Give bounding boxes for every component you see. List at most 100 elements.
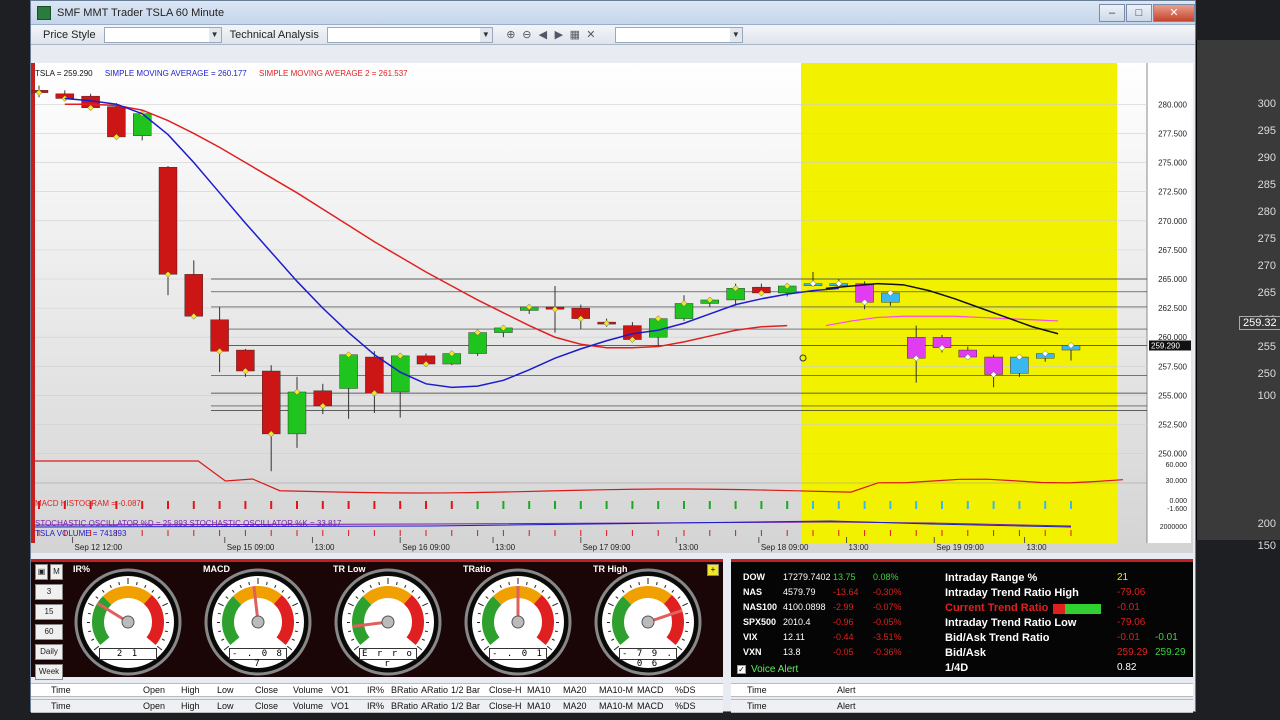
grid-column-header[interactable]: MA10-M: [599, 685, 633, 695]
grid-column-header[interactable]: MA20: [563, 701, 587, 711]
gauge-tick: [348, 630, 352, 633]
price-style-dropdown[interactable]: ▼: [103, 26, 222, 43]
grid-column-header[interactable]: IR%: [367, 701, 384, 711]
chevron-down-icon: ▼: [208, 27, 221, 42]
symbol-dropdown[interactable]: ▼: [614, 26, 743, 43]
grid-column-header[interactable]: MA20: [563, 685, 587, 695]
timeframe-button[interactable]: Daily: [35, 644, 63, 660]
gauge-title: IR%: [73, 564, 91, 574]
grid-column-header[interactable]: 1/2 Bar: [451, 701, 480, 711]
grid-column-header[interactable]: %DS: [675, 701, 696, 711]
cross-icon[interactable]: ✕: [583, 27, 599, 43]
grid-column-header[interactable]: Open: [143, 685, 165, 695]
background-axis-label: 250: [1257, 368, 1276, 380]
gauge-title: TR High: [593, 564, 628, 574]
market-pct: -0.36%: [873, 647, 902, 657]
grid-column-header[interactable]: Close: [255, 701, 278, 711]
grid-column-header[interactable]: Time: [51, 685, 71, 695]
arrow-right-icon[interactable]: ▶: [551, 27, 567, 43]
grid-column-header[interactable]: Open: [143, 701, 165, 711]
timeframe-button[interactable]: 60: [35, 624, 63, 640]
gauge-tick: [424, 630, 428, 633]
market-row: SPX500 2010.4 -0.96 -0.05%: [743, 617, 913, 631]
minimize-button[interactable]: –: [1099, 3, 1125, 22]
grid-column-header[interactable]: Volume: [293, 701, 323, 711]
alert-column-header[interactable]: Alert: [837, 685, 856, 695]
price-chart[interactable]: 280.000 277.500 275.000 272.500 270.000 267.5…: [31, 63, 1193, 553]
close-button[interactable]: ✕: [1153, 3, 1195, 22]
grid-column-header[interactable]: BRatio: [391, 685, 418, 695]
data-grid-header: Time Open High Low Close Volume VO1 IR% BRatio AR…: [31, 683, 723, 697]
fit-icon[interactable]: ▦: [567, 27, 583, 43]
main-window: SMF MMT Trader TSLA 60 Minute – □ ✕ Pric…: [30, 0, 1196, 713]
trend-row: Intraday Range % 21: [945, 572, 1185, 587]
grid-column-header[interactable]: VO1: [331, 685, 349, 695]
grid-column-header[interactable]: ARatio: [421, 701, 448, 711]
grid-column-header[interactable]: %DS: [675, 685, 696, 695]
candle: [132, 113, 152, 136]
lower-axis-label: 60.000: [1166, 462, 1188, 469]
chevron-down-icon: ▼: [729, 27, 742, 42]
market-last: 12.11: [783, 632, 805, 642]
alert-grid-header: Time Alert: [731, 683, 1193, 697]
grid-column-header[interactable]: BRatio: [391, 701, 418, 711]
background-axis-label: 270: [1257, 260, 1276, 272]
market-chg: -0.05: [833, 647, 854, 657]
gauge-3: TRatio - . 0 1: [463, 564, 573, 676]
sma1-label: SIMPLE MOVING AVERAGE = 260.177: [104, 69, 247, 78]
voice-alert-checkbox[interactable]: ✓ Voice Alert: [737, 664, 798, 675]
grid-column-header[interactable]: MACD: [637, 685, 664, 695]
technical-analysis-dropdown[interactable]: ▼: [326, 26, 493, 43]
grid-column-header[interactable]: MA10: [527, 685, 551, 695]
arrow-left-icon[interactable]: ◀: [535, 27, 551, 43]
trend-row: Intraday Trend Ratio Low -79.06: [945, 617, 1185, 632]
x-tick-label: Sep 18 09:00: [761, 543, 809, 552]
grid-column-header[interactable]: VO1: [331, 701, 349, 711]
alert-column-header[interactable]: Time: [747, 685, 767, 695]
alert-column-header[interactable]: Alert: [837, 701, 856, 711]
grid-column-header[interactable]: Close-H: [489, 685, 522, 695]
market-chg: -2.99: [833, 602, 854, 612]
gauge-tick: [295, 612, 299, 615]
x-tick-label: Sep 15 09:00: [227, 543, 275, 552]
gauge-tick: [217, 612, 221, 615]
alert-column-header[interactable]: Time: [747, 701, 767, 711]
zoom-out-icon[interactable]: ⊖: [519, 27, 535, 43]
grid-column-header[interactable]: MA10: [527, 701, 551, 711]
trend-label: Bid/Ask Trend Ratio: [945, 632, 1050, 644]
grid-column-header[interactable]: IR%: [367, 685, 384, 695]
grid-column-header[interactable]: Close-H: [489, 701, 522, 711]
grid-column-header[interactable]: Time: [51, 701, 71, 711]
forecast-band: [801, 63, 1117, 543]
grid-column-header[interactable]: ARatio: [421, 685, 448, 695]
y-tick-label: 277.500: [1158, 129, 1187, 138]
gauge-1: MACD - . 0 8 7: [203, 564, 313, 676]
grid-column-header[interactable]: High: [181, 685, 200, 695]
grid-column-header[interactable]: Volume: [293, 685, 323, 695]
gauge-tick: [88, 630, 92, 633]
grid-column-header[interactable]: Close: [255, 685, 278, 695]
timeframe-button[interactable]: 15: [35, 604, 63, 620]
mode-m-button[interactable]: M: [50, 564, 63, 580]
grid-column-header[interactable]: 1/2 Bar: [451, 685, 480, 695]
grid-column-header[interactable]: High: [181, 701, 200, 711]
grid-column-header[interactable]: MACD: [637, 701, 664, 711]
lower-axis-label: -1.600: [1167, 506, 1187, 513]
zoom-in-icon[interactable]: ⊕: [503, 27, 519, 43]
grid-column-header[interactable]: Low: [217, 701, 234, 711]
chart-svg[interactable]: 280.000 277.500 275.000 272.500 270.000 267.5…: [31, 63, 1193, 553]
trend-label: Bid/Ask: [945, 647, 986, 659]
timeframe-button[interactable]: Week: [35, 664, 63, 680]
grid-column-header[interactable]: Low: [217, 685, 234, 695]
trend-value: -0.01: [1117, 602, 1140, 613]
gauge-0: IR% 2 1: [73, 564, 183, 676]
add-icon[interactable]: +: [707, 564, 719, 576]
gauge-tick: [378, 581, 380, 586]
timeframe-button[interactable]: 3: [35, 584, 63, 600]
panel-toggle-button[interactable]: ▣: [35, 564, 48, 580]
gauge-reading: - . 0 8 7: [229, 648, 287, 669]
candle: [287, 391, 307, 435]
maximize-button[interactable]: □: [1126, 3, 1152, 22]
grid-column-header[interactable]: MA10-M: [599, 701, 633, 711]
window-title: SMF MMT Trader TSLA 60 Minute: [57, 6, 225, 19]
